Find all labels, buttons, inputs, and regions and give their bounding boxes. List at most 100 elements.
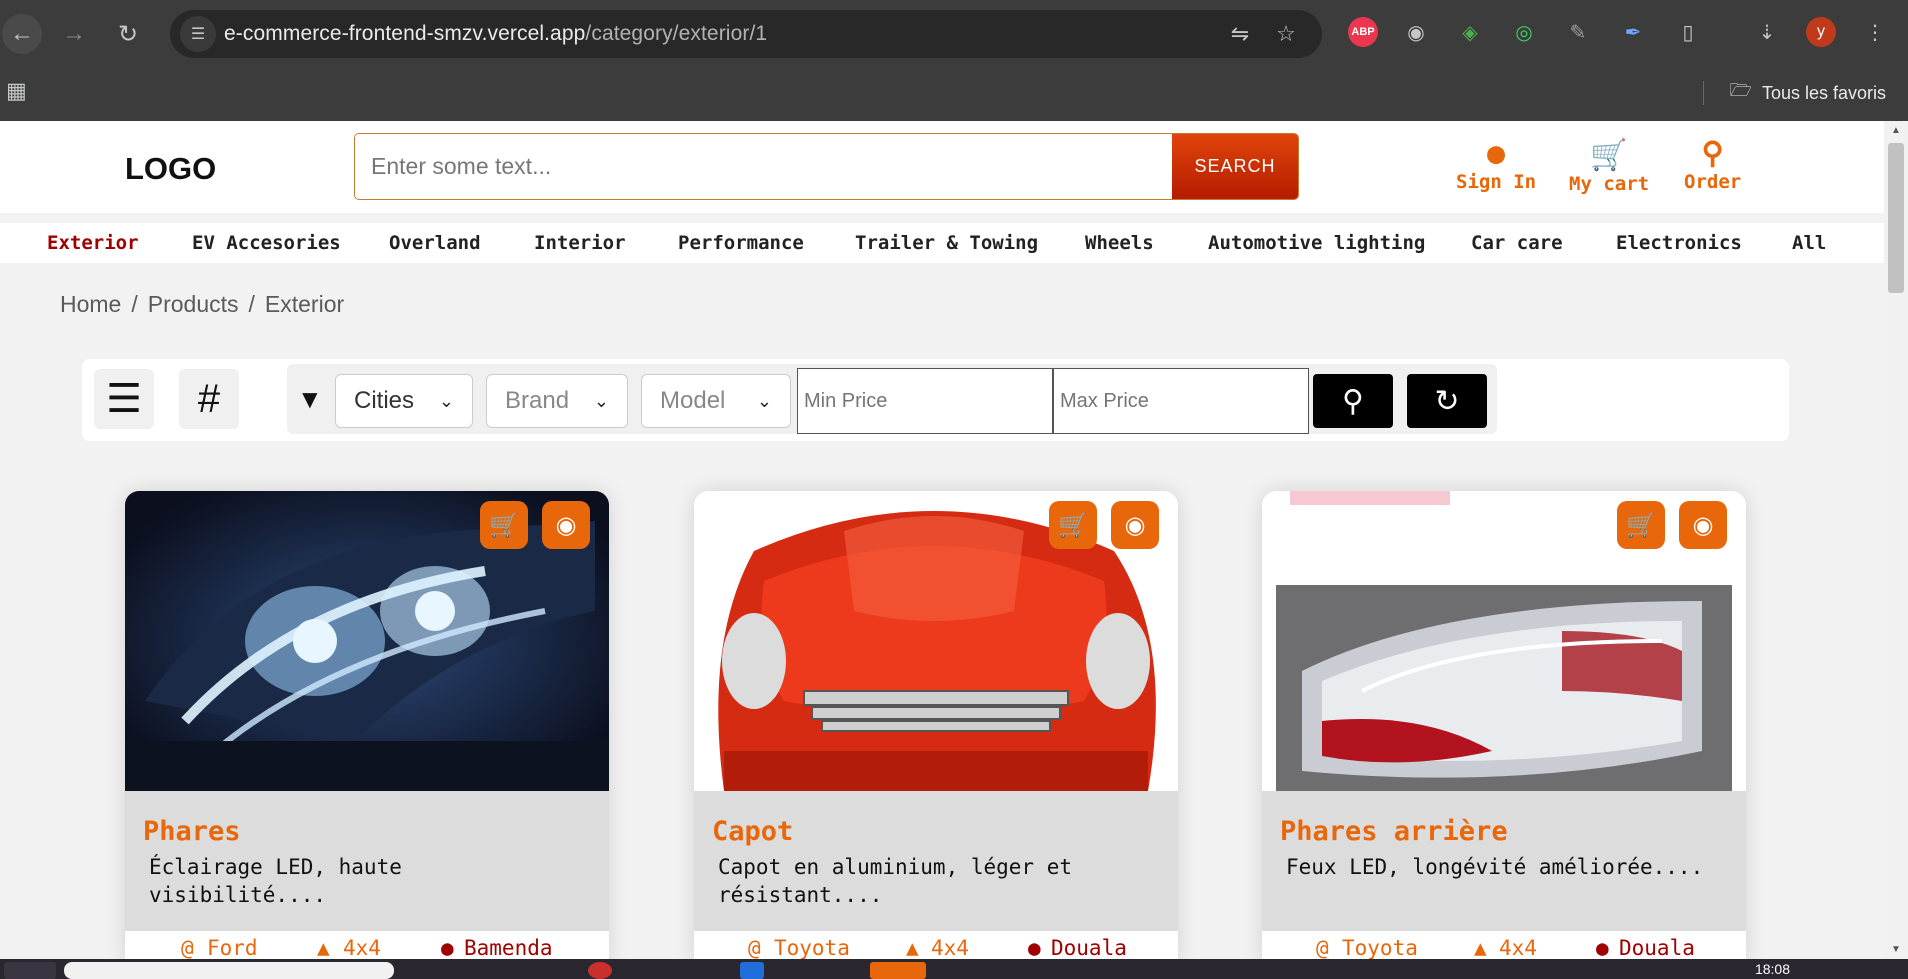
search-form: SEARCH xyxy=(354,133,1299,200)
list-view-button[interactable]: ☰ xyxy=(94,369,154,429)
chevron-down-icon: ⌄ xyxy=(438,390,454,411)
menu-icon[interactable]: ⋮ xyxy=(1860,17,1890,47)
brand-at-icon: @ xyxy=(748,936,761,959)
site-info-icon[interactable]: ☰ xyxy=(180,16,216,52)
category-all[interactable]: All xyxy=(1792,232,1826,254)
category-electronics[interactable]: Electronics xyxy=(1616,232,1742,254)
model-select[interactable]: Model ⌄ xyxy=(641,374,791,428)
forward-icon[interactable]: → xyxy=(54,14,94,54)
all-bookmarks[interactable]: 🗁 Tous les favoris xyxy=(1702,78,1886,108)
page-scrollbar[interactable]: ▲ ▼ xyxy=(1884,121,1908,959)
product-title[interactable]: Phares arrière xyxy=(1280,816,1508,847)
logo[interactable]: LOGO xyxy=(125,151,216,187)
category-icon: ▲ xyxy=(317,936,330,959)
category-interior[interactable]: Interior xyxy=(534,232,626,254)
search-icon: ⚲ xyxy=(1701,136,1724,171)
url-text[interactable]: e-commerce-frontend-smzv.vercel.app/cate… xyxy=(224,22,767,46)
reset-filters-button[interactable]: ↻ xyxy=(1407,374,1487,428)
add-to-cart-button[interactable]: 🛒 xyxy=(1049,501,1097,549)
url-path: /category/exterior/1 xyxy=(585,22,768,45)
translate-icon[interactable]: ⇋ xyxy=(1226,20,1254,48)
brand-select-value: Brand xyxy=(505,387,570,414)
brand-at-icon: @ xyxy=(181,936,194,959)
folder-icon: 🗁 xyxy=(1729,80,1752,100)
category-exterior[interactable]: Exterior xyxy=(47,232,139,254)
taskbar-search[interactable] xyxy=(64,962,394,979)
view-product-button[interactable]: ◉ xyxy=(542,501,590,549)
product-card[interactable]: 🛒 ◉ Phares Éclairage LED, haute visibili… xyxy=(125,491,609,959)
product-city: Douala xyxy=(1619,936,1695,959)
add-to-cart-button[interactable]: 🛒 xyxy=(1617,501,1665,549)
extensions-icon[interactable]: ▯ xyxy=(1673,17,1703,47)
category-car-care[interactable]: Car care xyxy=(1471,232,1563,254)
category-icon: ▲ xyxy=(906,936,919,959)
bookmarks-bar: ▦ 🗁 Tous les favoris xyxy=(0,70,1908,110)
order-button[interactable]: ⚲ Order xyxy=(1684,136,1742,194)
os-taskbar: 18:08 xyxy=(0,959,1908,979)
start-button[interactable] xyxy=(4,962,56,979)
search-button[interactable]: SEARCH xyxy=(1172,134,1298,199)
cities-select[interactable]: Cities ⌄ xyxy=(335,374,473,428)
adblock-icon[interactable]: ABP xyxy=(1348,17,1378,47)
breadcrumb-products[interactable]: Products xyxy=(148,291,239,317)
category-overland[interactable]: Overland xyxy=(389,232,481,254)
product-city: Bamenda xyxy=(464,936,553,959)
category-wheels[interactable]: Wheels xyxy=(1085,232,1154,254)
add-to-cart-button[interactable]: 🛒 xyxy=(480,501,528,549)
cart-button[interactable]: 🛒 My cart xyxy=(1569,139,1649,196)
filter-search-button[interactable]: ⚲ xyxy=(1313,374,1393,428)
eye-icon: ◉ xyxy=(1124,511,1146,539)
reload-icon[interactable]: ↻ xyxy=(108,14,148,54)
edit-icon[interactable]: ✎ xyxy=(1563,17,1593,47)
add-cart-icon: 🛒 xyxy=(1058,511,1088,539)
category-automotive-lighting[interactable]: Automotive lighting xyxy=(1208,232,1425,254)
globe-icon[interactable]: ◉ xyxy=(1401,17,1431,47)
product-image-hood[interactable] xyxy=(694,491,1178,791)
max-price-input[interactable] xyxy=(1053,368,1309,434)
category-icon: ▲ xyxy=(1474,936,1487,959)
search-input[interactable] xyxy=(355,134,1172,199)
filter-toolbar: ☰ # ▼ Cities ⌄ Brand ⌄ Model ⌄ ⚲ ↻ xyxy=(82,359,1789,441)
browser-chrome: ← → ↻ ☰ e-commerce-frontend-smzv.vercel.… xyxy=(0,0,1908,121)
product-title[interactable]: Phares xyxy=(143,816,241,847)
order-label: Order xyxy=(1684,171,1742,193)
view-product-button[interactable]: ◉ xyxy=(1679,501,1727,549)
eye-icon: ◉ xyxy=(555,511,577,539)
pen-extension-icon[interactable]: ✒ xyxy=(1618,17,1648,47)
profile-avatar[interactable]: y xyxy=(1806,17,1836,47)
target-icon[interactable]: ◎ xyxy=(1509,17,1539,47)
scroll-down-icon[interactable]: ▼ xyxy=(1891,944,1901,955)
category-trailer-towing[interactable]: Trailer & Towing xyxy=(855,232,1038,254)
category-performance[interactable]: Performance xyxy=(678,232,804,254)
sign-in-button[interactable]: ● Sign In xyxy=(1456,137,1536,194)
product-card[interactable]: 🛒 ◉ Capot Capot en aluminium, léger et r… xyxy=(694,491,1178,959)
product-image-headlight[interactable] xyxy=(125,491,609,791)
extension-color-icon[interactable]: ◈ xyxy=(1455,17,1485,47)
address-bar[interactable]: ☰ e-commerce-frontend-smzv.vercel.app/ca… xyxy=(170,10,1322,58)
taskbar-app-icon[interactable] xyxy=(870,962,926,979)
breadcrumb-home[interactable]: Home xyxy=(60,291,121,317)
taskbar-app-icon[interactable] xyxy=(588,962,612,979)
back-icon[interactable]: ← xyxy=(2,14,42,54)
product-card[interactable]: 🛒 ◉ Phares arrière Feux LED, longévité a… xyxy=(1262,491,1746,959)
taskbar-app-icon[interactable] xyxy=(740,962,764,979)
scroll-thumb[interactable] xyxy=(1888,143,1904,293)
filter-icon: ▼ xyxy=(297,384,323,414)
product-image-taillight[interactable] xyxy=(1262,491,1746,791)
view-product-button[interactable]: ◉ xyxy=(1111,501,1159,549)
scroll-up-icon[interactable]: ▲ xyxy=(1891,125,1901,136)
product-description: Capot en aluminium, léger et résistant..… xyxy=(718,855,1073,907)
star-icon[interactable]: ☆ xyxy=(1272,20,1300,48)
apps-grid-icon[interactable]: ▦ xyxy=(6,78,27,104)
url-host: e-commerce-frontend-smzv.vercel.app xyxy=(224,22,586,45)
product-title[interactable]: Capot xyxy=(712,816,793,847)
brand-select[interactable]: Brand ⌄ xyxy=(486,374,628,428)
model-select-value: Model xyxy=(660,387,726,414)
download-icon[interactable]: ⇣ xyxy=(1752,17,1782,47)
grid-view-button[interactable]: # xyxy=(179,369,239,429)
filter-group: ▼ Cities ⌄ Brand ⌄ Model ⌄ ⚲ ↻ xyxy=(287,364,1497,434)
min-price-input[interactable] xyxy=(797,368,1053,434)
refresh-icon: ↻ xyxy=(1434,384,1460,418)
location-pin-icon: ● xyxy=(441,936,454,959)
category-ev-accesories[interactable]: EV Accesories xyxy=(192,232,341,254)
